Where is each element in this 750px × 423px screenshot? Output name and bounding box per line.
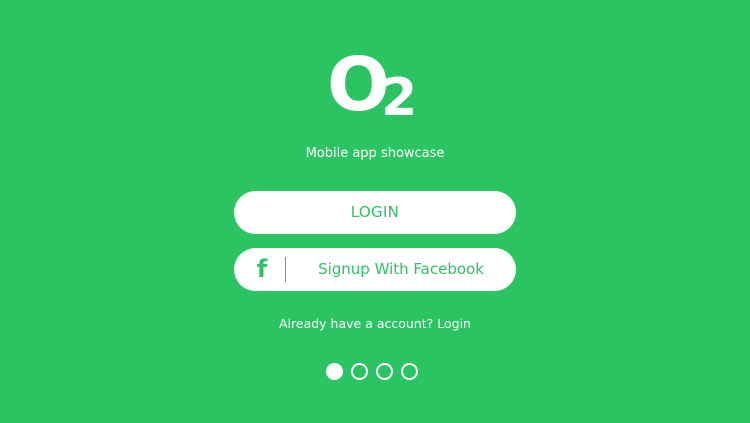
login-button[interactable]: LOGIN	[234, 191, 516, 234]
page-dot-2[interactable]	[351, 363, 368, 380]
existing-account-text: Already have a account?	[279, 316, 434, 331]
existing-account-prompt: Already have a account? Login	[0, 316, 750, 332]
page-dot-3[interactable]	[376, 363, 393, 380]
facebook-icon: f	[256, 255, 268, 283]
facebook-signup-label: Signup With Facebook	[318, 260, 484, 278]
tagline: Mobile app showcase	[305, 146, 445, 161]
page-dot-1[interactable]	[326, 363, 343, 380]
logo-subscript: 2	[381, 68, 418, 128]
page-dot-4[interactable]	[401, 363, 418, 380]
login-link[interactable]: Login	[437, 316, 471, 331]
page-indicator	[326, 363, 426, 380]
facebook-signup-button[interactable]: f Signup With Facebook	[234, 248, 516, 291]
login-button-label: LOGIN	[350, 203, 400, 221]
app-logo: O 2	[327, 48, 427, 128]
